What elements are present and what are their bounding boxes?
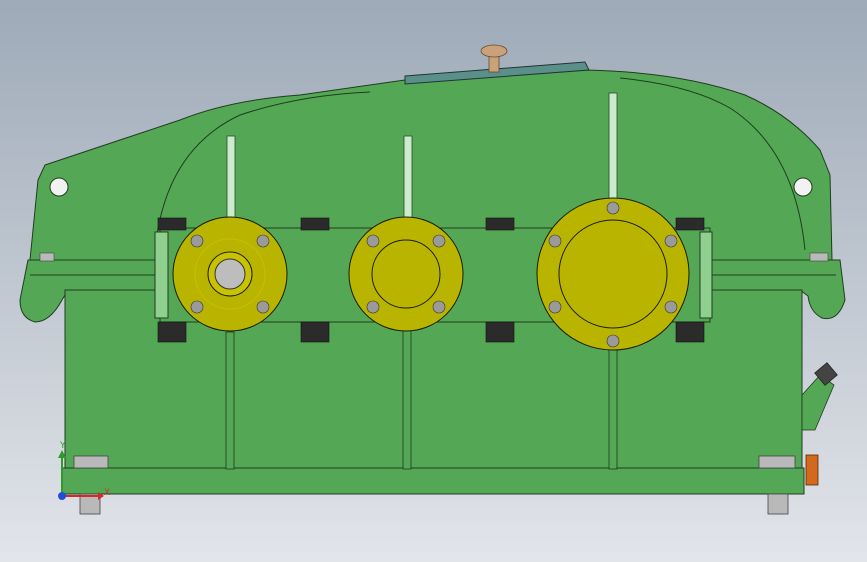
oil-drain-plug[interactable] [805, 454, 819, 486]
bearing-cap-input[interactable] [172, 216, 288, 332]
bearing-cap-output[interactable] [536, 197, 690, 351]
rib-upper-3 [608, 92, 618, 202]
rib-lower-3 [608, 347, 618, 470]
nut [675, 321, 705, 343]
bolt-head [675, 217, 705, 231]
boss-side-left [154, 231, 169, 319]
bolt-head [157, 217, 187, 231]
oil-level-indicator[interactable] [801, 362, 838, 431]
gearbox-front-view[interactable]: X Y [0, 0, 867, 562]
anchor-nut-left [73, 455, 109, 469]
boss-side-right [699, 231, 713, 319]
bolt-head [300, 217, 330, 231]
triad-x-label: X [104, 488, 110, 498]
triad-z-axis [58, 492, 66, 500]
base-flange[interactable] [61, 467, 805, 495]
bolt-head [485, 217, 515, 231]
cad-viewport[interactable]: X Y [0, 0, 867, 562]
foot-right [767, 493, 789, 515]
rib-lower-1 [225, 331, 235, 470]
nut [485, 321, 515, 343]
nut [300, 321, 330, 343]
nut [157, 321, 187, 343]
rib-upper-1 [226, 135, 236, 221]
input-shaft[interactable] [214, 258, 246, 290]
triad-y-label: Y [59, 441, 66, 451]
bearing-cap-intermediate[interactable] [348, 216, 464, 332]
flange-bolt-left [39, 252, 55, 262]
lifting-hole-left[interactable] [49, 177, 69, 197]
rib-lower-2 [402, 329, 412, 470]
flange-bolt-right [809, 252, 829, 262]
rib-upper-2 [403, 135, 413, 221]
lifting-hole-right[interactable] [793, 177, 813, 197]
anchor-nut-right [758, 455, 796, 469]
